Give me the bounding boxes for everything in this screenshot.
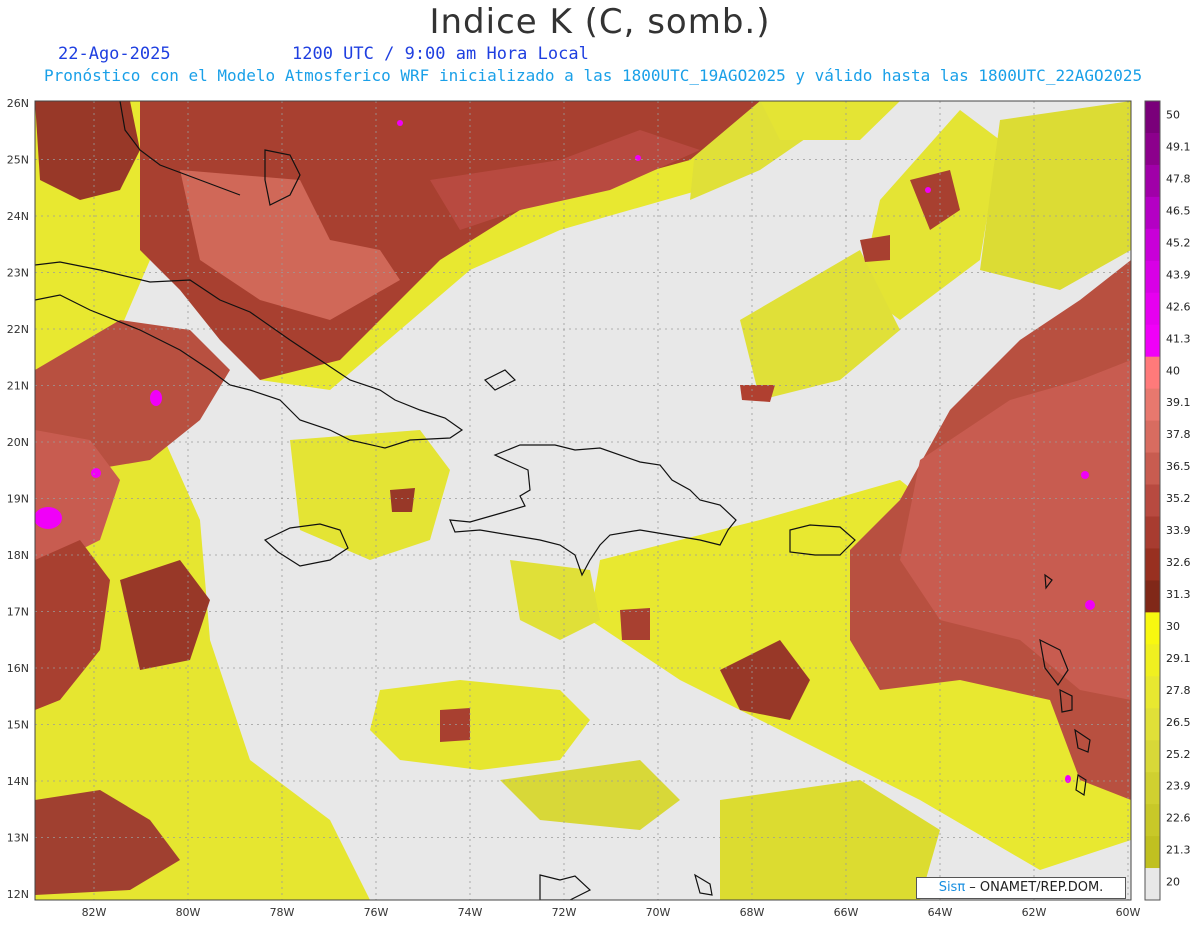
colorbar-segment [1145, 644, 1160, 677]
latitude-label: 13N [7, 832, 29, 845]
colorbar-segment [1145, 804, 1160, 837]
latitude-label: 23N [7, 267, 29, 280]
colorbar-segment [1145, 260, 1160, 294]
longitude-label: 62W [1022, 906, 1047, 919]
colorbar-label: 32.6 [1166, 556, 1191, 569]
latitude-label: 21N [7, 380, 29, 393]
colorbar-label: 36.5 [1166, 460, 1191, 473]
latitude-label: 22N [7, 323, 29, 336]
colorbar-label: 37.8 [1166, 428, 1191, 441]
colorbar-segment [1145, 868, 1160, 901]
colorbar-segment [1145, 708, 1160, 741]
longitude-label: 74W [458, 906, 483, 919]
colorbar-segment [1145, 516, 1160, 549]
longitude-label: 68W [740, 906, 765, 919]
colorbar-segment [1145, 132, 1160, 166]
latitude-label: 17N [7, 606, 29, 619]
colorbar-segment [1145, 836, 1160, 869]
colorbar-segment [1145, 164, 1160, 198]
credit-brand: Sisπ [938, 880, 966, 895]
colorbar-label: 21.3 [1166, 844, 1191, 857]
colorbar-segment [1145, 740, 1160, 773]
colorbar-segment [1145, 324, 1160, 358]
colorbar-label: 29.1 [1166, 652, 1191, 665]
colorbar-label: 46.5 [1166, 204, 1191, 217]
longitude-label: 80W [176, 906, 201, 919]
colorbar-label: 20 [1166, 876, 1180, 889]
colorbar-label: 43.9 [1166, 268, 1191, 281]
colorbar-label: 50 [1166, 109, 1180, 122]
longitude-label: 76W [364, 906, 389, 919]
colorbar-label: 31.3 [1166, 588, 1191, 601]
colorbar-label: 49.1 [1166, 141, 1191, 154]
longitude-label: 60W [1116, 906, 1141, 919]
colorbar-segment [1145, 772, 1160, 805]
longitude-label: 78W [270, 906, 295, 919]
colorbar-label: 30 [1166, 620, 1180, 633]
colorbar-segment [1145, 676, 1160, 709]
latitude-label: 16N [7, 662, 29, 675]
colorbar-label: 41.3 [1166, 332, 1191, 345]
longitude-label: 66W [834, 906, 859, 919]
colorbar-segment [1145, 612, 1160, 645]
colorbar-segment [1145, 548, 1160, 581]
colorbar-label: 47.8 [1166, 172, 1191, 185]
colorbar-segment [1145, 101, 1160, 134]
colorbar-label: 40 [1166, 364, 1180, 377]
latitude-label: 12N [7, 888, 29, 901]
latitude-label: 15N [7, 719, 29, 732]
colorbar-label: 23.9 [1166, 780, 1191, 793]
colorbar-segment [1145, 420, 1160, 454]
colorbar-segment [1145, 228, 1160, 262]
colorbar-segment [1145, 388, 1160, 422]
colorbar-label: 45.2 [1166, 236, 1191, 249]
longitude-label: 72W [552, 906, 577, 919]
k-index-map: 82W 80W 78W 76W 74W 72W 70W 68W 66W 64W 62W 60W 26N… [7, 97, 1191, 919]
colorbar-segment [1145, 580, 1160, 613]
colorbar-segment [1145, 484, 1160, 517]
latitude-label: 20N [7, 436, 29, 449]
colorbar-label: 22.6 [1166, 812, 1191, 825]
longitude-label: 64W [928, 906, 953, 919]
colorbar-label: 33.9 [1166, 524, 1191, 537]
latitude-label: 25N [7, 154, 29, 167]
colorbar-label: 26.5 [1166, 716, 1191, 729]
latitude-label: 18N [7, 549, 29, 562]
credit-text: – ONAMET/REP.DOM. [965, 880, 1104, 895]
latitude-labels: 26N 25N 24N 23N 22N 21N 20N 19N 18N 17N 16N 15N 14N 1… [7, 97, 29, 901]
colorbar: 50 49.1 47.8 46.5 45.2 43.9 42.6 41.3 40 39.1 37.8… [1144, 100, 1191, 901]
longitude-labels: 82W 80W 78W 76W 74W 72W 70W 68W 66W 64W 62W 60W [82, 906, 1141, 919]
colorbar-segment [1145, 196, 1160, 230]
latitude-label: 14N [7, 775, 29, 788]
colorbar-label: 27.8 [1166, 684, 1191, 697]
colorbar-label: 25.2 [1166, 748, 1191, 761]
longitude-label: 82W [82, 906, 107, 919]
colorbar-segment [1145, 292, 1160, 326]
latitude-label: 24N [7, 210, 29, 223]
longitude-label: 70W [646, 906, 671, 919]
latitude-label: 26N [7, 97, 29, 110]
colorbar-label: 42.6 [1166, 300, 1191, 313]
colorbar-label: 39.1 [1166, 396, 1191, 409]
colorbar-segment [1145, 452, 1160, 486]
colorbar-segment [1145, 356, 1160, 390]
latitude-label: 19N [7, 493, 29, 506]
credit-box: Sisπ – ONAMET/REP.DOM. [916, 877, 1126, 899]
colorbar-label: 35.2 [1166, 492, 1191, 505]
